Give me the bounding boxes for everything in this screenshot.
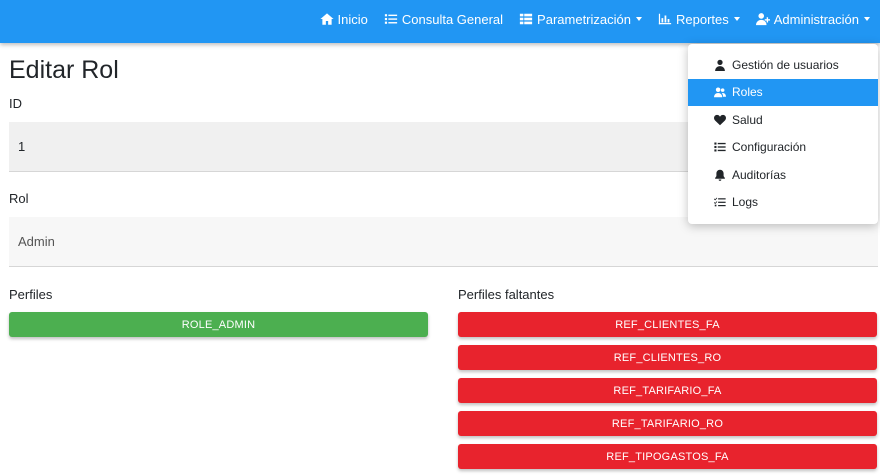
perfil-faltante-chip[interactable]: REF_CLIENTES_RO	[458, 345, 877, 370]
chevron-down-icon	[635, 17, 642, 21]
bar-chart-icon	[658, 13, 672, 25]
rol-label: Rol	[9, 191, 29, 206]
chevron-down-icon	[733, 17, 740, 21]
perfil-faltante-chip[interactable]: REF_TARIFARIO_RO	[458, 411, 877, 436]
perfil-faltante-chip[interactable]: REF_CLIENTES_FA	[458, 312, 877, 337]
perfiles-faltantes-label: Perfiles faltantes	[458, 287, 555, 302]
nav-inicio[interactable]: Inicio	[319, 11, 368, 27]
nav-reportes[interactable]: Reportes	[658, 12, 740, 27]
menu-item-label: Roles	[732, 85, 763, 100]
menu-item-logs[interactable]: Logs	[688, 189, 878, 217]
nav-reportes-label: Reportes	[675, 11, 729, 27]
user-icon	[715, 59, 725, 71]
id-label: ID	[9, 96, 22, 111]
nav-parametrizacion[interactable]: Parametrización	[519, 12, 642, 27]
menu-item-label: Configuración	[732, 140, 807, 155]
rol-input[interactable]: Admin	[9, 217, 878, 267]
administracion-dropdown-menu: Gestión de usuarios Roles Salud Configur…	[688, 44, 878, 224]
rol-value: Admin	[18, 234, 55, 249]
heart-icon	[714, 114, 726, 125]
tasks-icon	[714, 197, 726, 207]
menu-item-roles[interactable]: Roles	[688, 78, 878, 106]
menu-item-salud[interactable]: Salud	[688, 106, 878, 134]
perfil-faltante-chip[interactable]: REF_TARIFARIO_FA	[458, 378, 877, 403]
nav-administracion[interactable]: Administración	[755, 11, 870, 27]
user-plus-icon	[755, 13, 770, 26]
list-icon	[714, 142, 726, 152]
id-value: 1	[18, 139, 26, 154]
menu-item-label: Logs	[732, 195, 759, 210]
perfiles-label: Perfiles	[9, 287, 53, 302]
nav-parametrizacion-label: Parametrización	[537, 11, 631, 27]
navbar-menu: Inicio Consulta General Parametrización …	[304, 0, 870, 38]
perfil-chip[interactable]: ROLE_ADMIN	[9, 312, 428, 337]
menu-item-configuracion[interactable]: Configuración	[688, 134, 878, 162]
table-list-icon	[519, 13, 533, 25]
users-icon	[714, 87, 726, 98]
home-icon	[319, 13, 334, 25]
perfil-faltante-chip[interactable]: REF_TIPOGASTOS_FA	[458, 444, 877, 469]
page-title: Editar Rol	[9, 56, 119, 84]
menu-item-label: Gestión de usuarios	[732, 57, 839, 72]
menu-item-label: Salud	[732, 112, 763, 127]
chevron-down-icon	[864, 17, 870, 21]
top-navbar: Inicio Consulta General Parametrización …	[0, 0, 880, 43]
nav-administracion-label: Administración	[773, 11, 859, 27]
menu-item-label: Auditorías	[732, 167, 787, 182]
nav-consulta-general-label: Consulta General	[401, 11, 504, 27]
bell-icon	[715, 169, 725, 181]
nav-consulta-general[interactable]: Consulta General	[384, 12, 503, 27]
list-icon	[384, 14, 397, 24]
menu-item-gestion-usuarios[interactable]: Gestión de usuarios	[688, 51, 878, 79]
nav-inicio-label: Inicio	[337, 11, 368, 27]
menu-item-auditorias[interactable]: Auditorías	[688, 161, 878, 189]
